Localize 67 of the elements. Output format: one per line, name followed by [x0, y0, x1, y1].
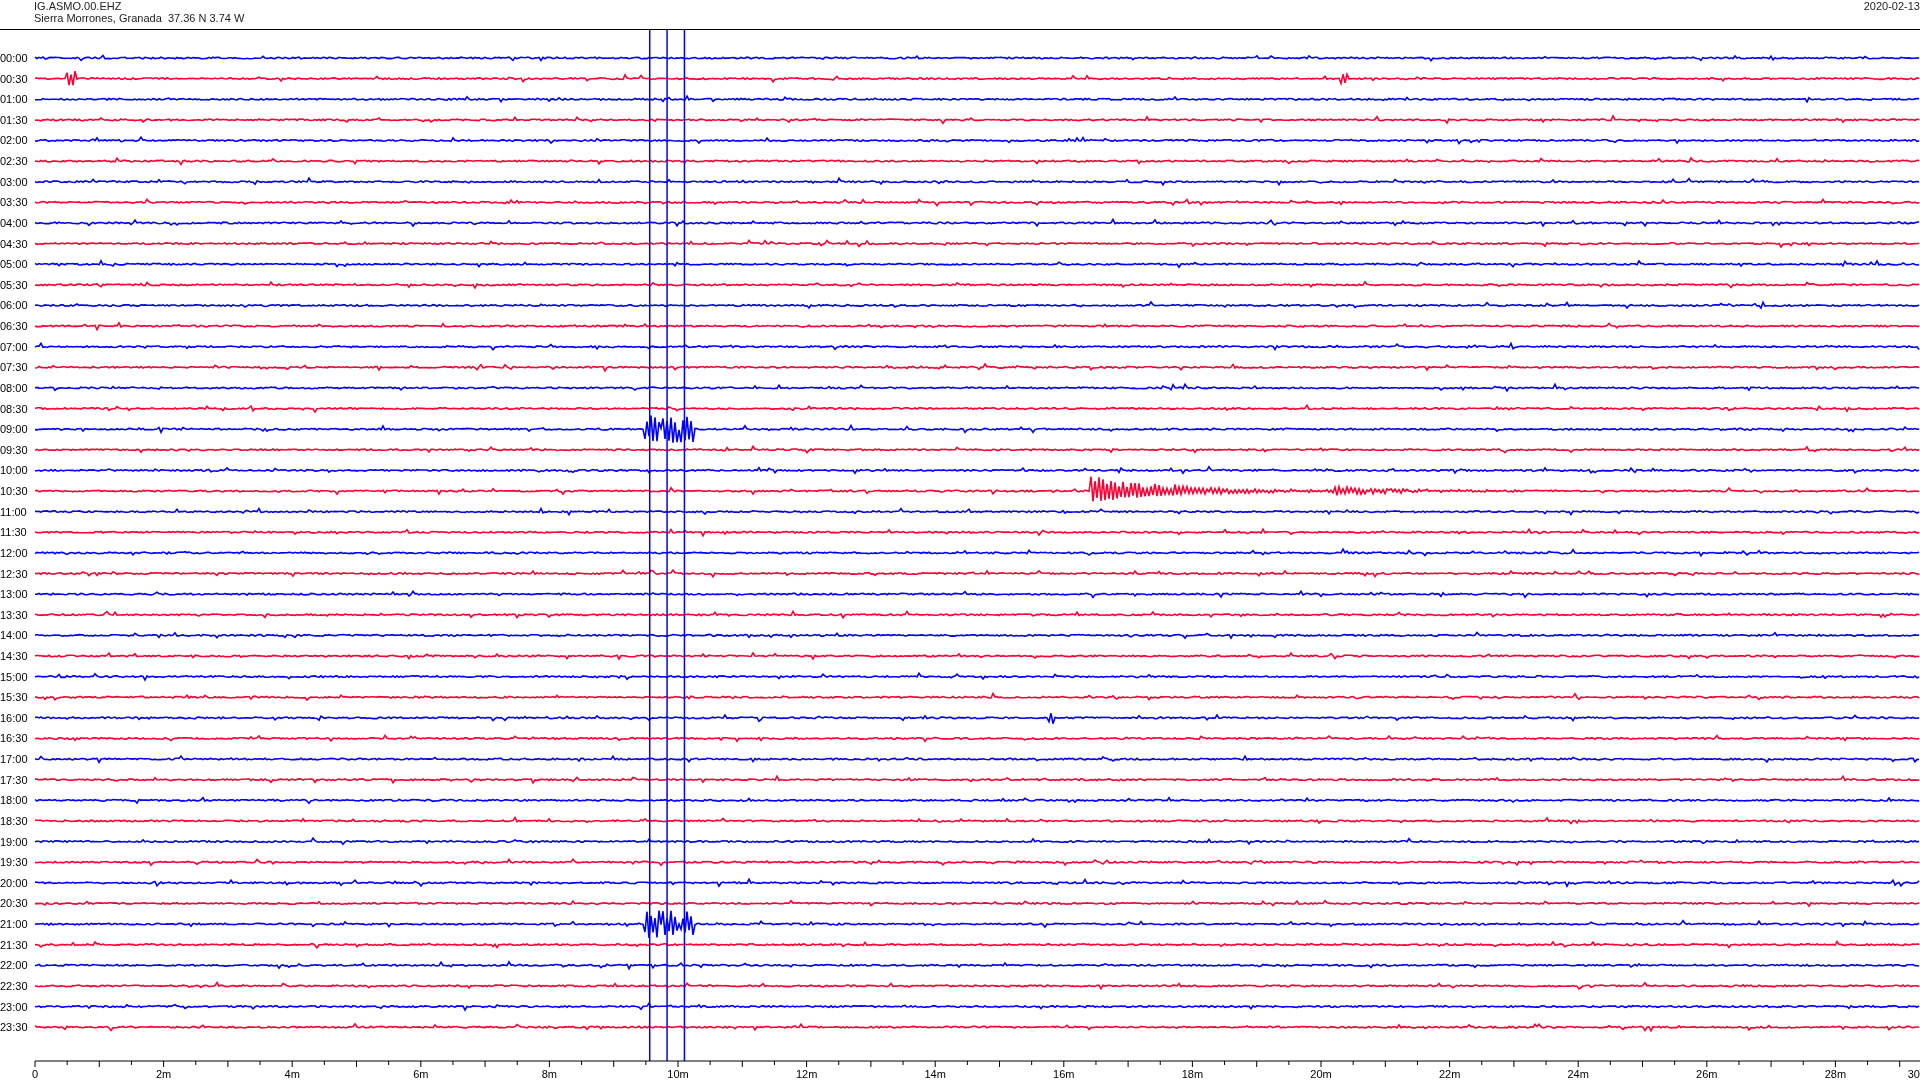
axis-tick-label: 16m [1053, 1068, 1075, 1080]
axis-tick-label: 18m [1181, 1068, 1204, 1080]
row-time-label: 12:30 [0, 567, 28, 580]
row-time-label: 23:30 [0, 1021, 28, 1034]
row-time-label: 21:00 [0, 918, 28, 931]
row-time-label: 18:00 [0, 794, 28, 807]
row-time-label: 08:30 [0, 402, 28, 415]
row-time-label: 18:30 [0, 814, 28, 827]
row-time-label: 03:00 [0, 175, 28, 188]
row-time-label: 11:00 [0, 505, 27, 518]
row-time-label: 05:00 [0, 258, 28, 271]
row-time-label: 07:30 [0, 361, 28, 374]
row-time-label: 12:00 [0, 546, 28, 559]
row-time-label: 06:30 [0, 320, 28, 333]
record-date: 2020-02-13 [1863, 0, 1920, 12]
row-time-label: 17:00 [0, 753, 28, 766]
row-time-label: 07:00 [0, 340, 28, 353]
row-time-label: 15:30 [0, 691, 28, 704]
row-time-label: 21:30 [0, 938, 28, 951]
row-time-label: 22:30 [0, 979, 28, 992]
axis-tick-label: 22m [1438, 1068, 1461, 1080]
row-time-label: 19:30 [0, 856, 28, 869]
axis-tick-label: 8m [541, 1068, 558, 1080]
row-time-label: 16:30 [0, 732, 28, 745]
axis-tick-label: 6m [413, 1068, 429, 1080]
row-time-label: 09:00 [0, 423, 28, 436]
row-time-label: 04:30 [0, 237, 28, 250]
row-time-label: 17:30 [0, 773, 28, 786]
row-time-label: 16:00 [0, 711, 28, 724]
axis-tick-label: 4m [284, 1068, 300, 1080]
row-time-label: 03:30 [0, 196, 28, 209]
axis-tick-label: 14m [924, 1068, 946, 1080]
row-time-label: 10:30 [0, 485, 28, 497]
row-time-label: 13:00 [0, 588, 28, 601]
axis-tick-label: 0 [31, 1068, 39, 1080]
row-time-label: 22:00 [0, 959, 28, 972]
row-time-label: 09:30 [0, 443, 28, 456]
row-time-label: 02:00 [0, 134, 28, 147]
row-time-label: 20:30 [0, 897, 28, 910]
row-time-label: 13:30 [0, 608, 28, 621]
row-time-label: 00:00 [0, 52, 28, 64]
station-location: Sierra Morrones, Granada 37.36 N 3.74 W [34, 12, 245, 24]
axis-tick-label: 24m [1567, 1068, 1589, 1080]
row-time-label: 01:30 [0, 113, 28, 126]
row-time-label: 08:00 [0, 381, 28, 394]
row-time-label: 05:30 [0, 278, 28, 291]
row-time-label: 01:00 [0, 93, 28, 106]
axis-tick-label: 2m [155, 1068, 172, 1080]
row-time-label: 19:00 [0, 835, 28, 848]
row-time-label: 23:00 [0, 1000, 28, 1013]
row-time-label: 06:00 [0, 299, 28, 312]
station-code: IG.ASMO.00.EHZ [34, 0, 123, 12]
axis-tick-label: 28m [1824, 1068, 1847, 1080]
row-time-label: 20:00 [0, 876, 28, 889]
row-time-label: 14:30 [0, 650, 28, 662]
axis-tick-label: 30 [1907, 1068, 1920, 1080]
axis-tick-label: 26m [1696, 1068, 1718, 1080]
row-time-label: 11:30 [0, 526, 27, 539]
row-time-label: 00:30 [0, 72, 28, 85]
row-time-label: 04:00 [0, 216, 28, 229]
axis-tick-label: 20m [1310, 1068, 1332, 1080]
row-time-label: 14:00 [0, 629, 28, 642]
row-time-label: 15:00 [0, 670, 28, 683]
axis-tick-label: 10m [667, 1068, 689, 1080]
axis-tick-label: 12m [795, 1068, 818, 1080]
row-time-label: 02:30 [0, 155, 28, 168]
row-time-label: 10:00 [0, 464, 28, 477]
